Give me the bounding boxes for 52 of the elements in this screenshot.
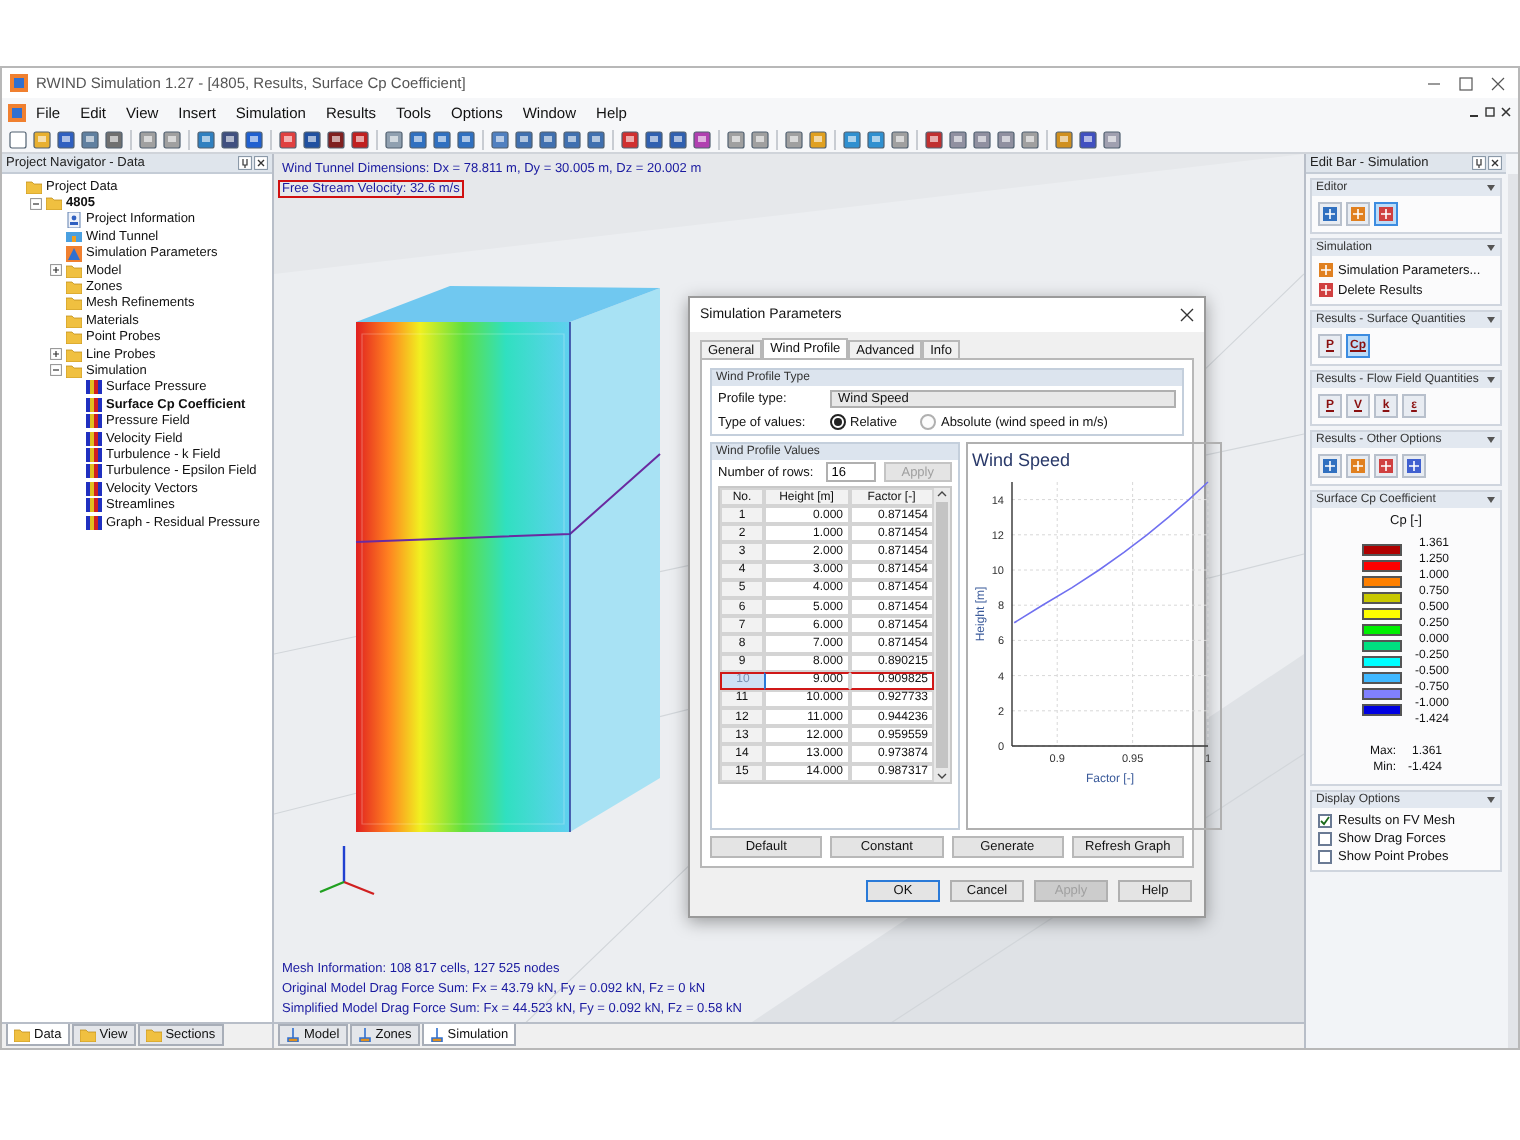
checkbox[interactable] [1318,832,1332,846]
mdi-controls-icon[interactable] [1468,105,1512,119]
caret-icon[interactable] [1486,244,1496,252]
folder-icon [145,1028,162,1042]
caret-icon[interactable] [1486,184,1496,192]
scrollbar-thumb[interactable] [936,502,948,768]
tool-icon [1322,458,1338,474]
tool-icon [1318,282,1334,298]
caret-icon[interactable] [1486,316,1496,324]
document-icon [66,211,82,228]
radio-button[interactable] [920,414,937,430]
close-icon[interactable] [1486,75,1510,91]
tab-icon [286,1028,300,1042]
caret-icon[interactable] [1486,496,1496,504]
expand-icon[interactable] [50,264,62,277]
maximize-icon[interactable] [1454,75,1478,91]
caret-icon[interactable] [1486,436,1496,444]
tab-icon [357,1028,372,1042]
chart-title: Wind Speed [972,450,1073,470]
parameters-icon [66,245,82,262]
tool-button[interactable] [1374,202,1398,226]
tunnel-icon [66,228,82,245]
pin-icon[interactable] [238,156,252,170]
close-icon[interactable] [1180,308,1194,322]
close-icon[interactable] [254,156,268,170]
folder-icon [79,1028,96,1042]
tool-icon [1322,206,1338,222]
collapse-icon[interactable] [50,364,62,377]
tool-icon [1378,206,1394,222]
pin-icon[interactable] [1472,156,1486,170]
folder-icon [14,1027,30,1041]
collapse-icon[interactable] [30,197,42,210]
tool-button[interactable] [1402,454,1426,478]
close-icon[interactable] [1488,156,1502,170]
tool-icon [1406,458,1422,474]
tool-icon [1318,262,1334,278]
tool-button[interactable] [1318,454,1342,478]
tool-icon [1378,458,1394,474]
axis-triad-icon [319,846,375,896]
tool-icon [1350,458,1366,474]
tool-button[interactable] [1318,202,1342,226]
tool-icon [1350,206,1366,222]
checkbox[interactable] [1318,814,1332,828]
expand-icon[interactable] [50,348,62,361]
scroll-down-icon[interactable] [936,769,948,782]
caret-icon[interactable] [1486,796,1496,804]
scroll-up-icon[interactable] [936,488,948,500]
tool-button[interactable] [1374,454,1398,478]
caret-icon[interactable] [1486,376,1496,384]
checkbox[interactable] [1318,850,1332,864]
tab-icon [429,1027,444,1041]
radio-button[interactable] [830,414,846,430]
